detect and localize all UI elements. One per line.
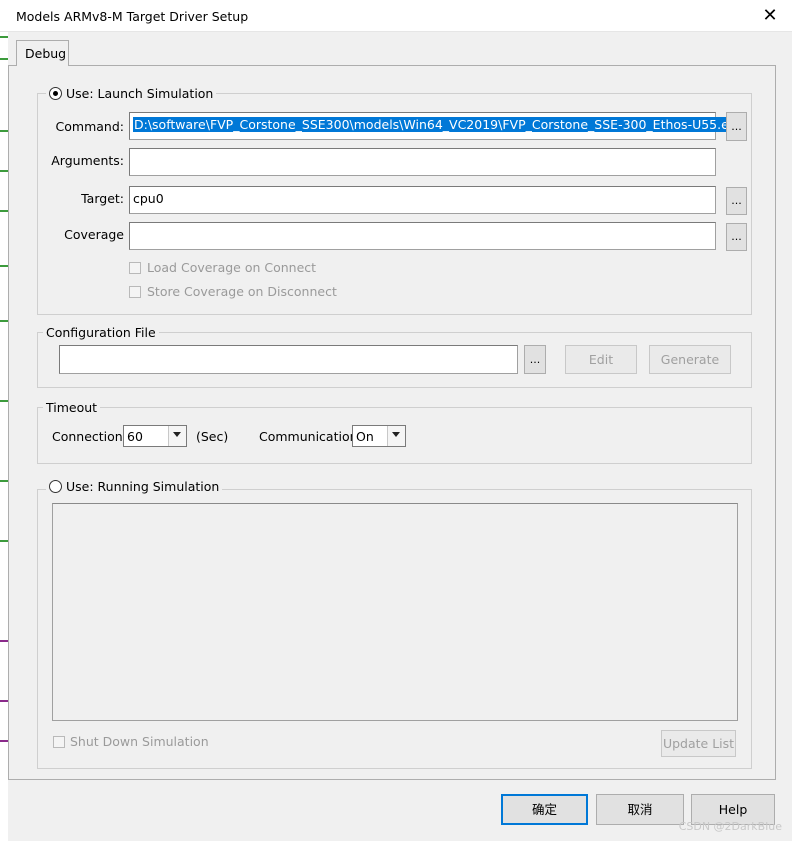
target-value: cpu0	[133, 191, 164, 206]
bg-glyph	[0, 400, 8, 402]
bg-glyph	[0, 480, 8, 482]
configuration-file-legend: Configuration File	[43, 325, 159, 340]
coverage-browse-button[interactable]: ...	[726, 223, 747, 251]
connection-label: Connection:	[52, 429, 127, 444]
running-simulation-legend: Use: Running Simulation	[46, 479, 223, 494]
coverage-input[interactable]	[129, 222, 716, 250]
edit-button[interactable]: Edit	[565, 345, 637, 374]
communication-select[interactable]: On	[352, 425, 406, 447]
coverage-label: Coverage File:	[64, 227, 124, 244]
bg-glyph	[0, 58, 8, 60]
connection-value: 60	[127, 429, 143, 444]
chevron-down-icon	[387, 426, 405, 446]
ok-button[interactable]: 确定	[501, 794, 588, 825]
background-editor-strip	[0, 0, 8, 841]
shutdown-simulation-checkbox[interactable]	[53, 736, 65, 748]
coverage-label-clip: Coverage File:	[40, 227, 125, 244]
launch-simulation-legend: Use: Launch Simulation	[46, 86, 217, 101]
target-input[interactable]: cpu0	[129, 186, 716, 214]
bg-glyph	[0, 540, 8, 542]
target-label: Target:	[81, 191, 124, 206]
seconds-unit-label: (Sec)	[196, 429, 229, 444]
watermark: CSDN @2DarkBlue	[678, 820, 782, 833]
tab-debug[interactable]: Debug	[16, 40, 69, 66]
title-bar: Models ARMv8-M Target Driver Setup ✕	[0, 0, 792, 32]
bg-glyph	[0, 36, 8, 38]
bg-glyph	[0, 210, 8, 212]
command-label: Command:	[55, 119, 124, 134]
command-value: D:\software\FVP_Corstone_SSE300\models\W…	[133, 117, 745, 132]
load-coverage-label: Load Coverage on Connect	[147, 260, 317, 275]
bg-glyph	[0, 130, 8, 132]
timeout-legend: Timeout	[43, 400, 101, 415]
chevron-down-icon	[168, 426, 186, 446]
load-coverage-checkbox[interactable]	[129, 262, 141, 274]
launch-simulation-label: Use: Launch Simulation	[66, 86, 214, 101]
target-browse-button[interactable]: ...	[726, 187, 747, 215]
bg-glyph	[0, 320, 8, 322]
configuration-browse-button[interactable]: ...	[524, 345, 546, 374]
launch-simulation-radio[interactable]	[49, 87, 62, 100]
running-simulation-radio[interactable]	[49, 480, 62, 493]
running-simulation-label: Use: Running Simulation	[66, 479, 220, 494]
command-browse-button[interactable]: ...	[726, 112, 747, 141]
radio-dot	[53, 91, 58, 96]
generate-button[interactable]: Generate	[649, 345, 731, 374]
tab-debug-label: Debug	[25, 46, 67, 61]
update-list-button[interactable]: Update List	[661, 730, 736, 757]
store-coverage-checkbox[interactable]	[129, 286, 141, 298]
connection-select[interactable]: 60	[123, 425, 187, 447]
bg-glyph	[0, 265, 8, 267]
communication-label: Communication	[259, 429, 358, 444]
bg-glyph	[0, 700, 8, 702]
bg-glyph	[0, 170, 8, 172]
communication-value: On	[356, 429, 374, 444]
close-icon[interactable]: ✕	[756, 4, 784, 28]
bg-glyph	[0, 640, 8, 642]
arguments-label: Arguments:	[51, 153, 124, 168]
configuration-file-input[interactable]	[59, 345, 518, 374]
cancel-button[interactable]: 取消	[596, 794, 684, 825]
window-title: Models ARMv8-M Target Driver Setup	[16, 9, 249, 24]
command-input[interactable]: D:\software\FVP_Corstone_SSE300\models\W…	[129, 112, 745, 140]
store-coverage-label: Store Coverage on Disconnect	[147, 284, 337, 299]
arguments-input[interactable]	[129, 148, 716, 176]
running-simulation-list[interactable]	[52, 503, 738, 721]
bg-glyph	[0, 740, 8, 742]
shutdown-simulation-label: Shut Down Simulation	[70, 734, 209, 749]
